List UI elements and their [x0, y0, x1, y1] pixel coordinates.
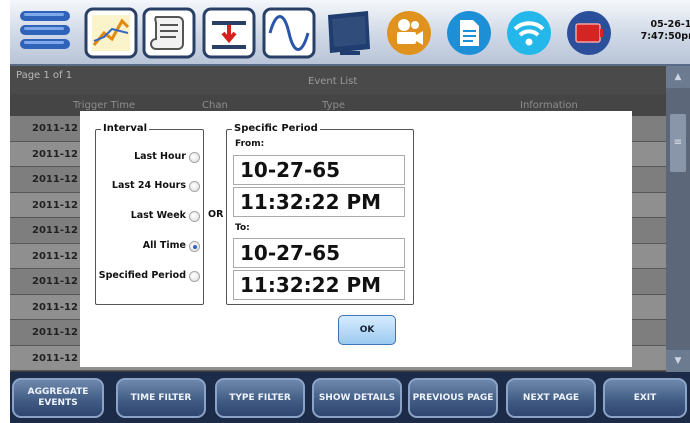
- radio-label: All Time: [142, 240, 186, 251]
- column-header-information[interactable]: Information: [520, 100, 578, 111]
- top-toolbar: 05-26-14 7:47:50pm: [10, 0, 690, 66]
- row-trigger-time: 2011-12: [32, 123, 78, 134]
- list-title-bar: Page 1 of 1 Event List: [10, 66, 666, 94]
- radio-last-hour[interactable]: Last Hour: [96, 151, 206, 165]
- to-date-field[interactable]: 10-27-65: [233, 238, 405, 268]
- row-trigger-time: 2011-12: [32, 327, 78, 338]
- from-label: From:: [235, 139, 265, 149]
- exit-button[interactable]: EXIT: [603, 378, 687, 418]
- radio-all-time[interactable]: All Time: [96, 240, 206, 254]
- row-trigger-time: 2011-12: [32, 276, 78, 287]
- camera-icon[interactable]: [382, 7, 436, 59]
- row-trigger-time: 2011-12: [32, 250, 78, 262]
- document-icon[interactable]: [442, 7, 496, 59]
- row-trigger-time: 2011-12: [32, 174, 78, 185]
- aggregate-events-button[interactable]: AGGREGATE EVENTS: [12, 378, 104, 418]
- radio-last-24-hours[interactable]: Last 24 Hours: [96, 180, 206, 194]
- scroll-thumb[interactable]: ≡: [670, 114, 686, 172]
- monitor-icon[interactable]: [322, 7, 376, 59]
- list-scrollbar[interactable]: ▲ ≡ ▼: [666, 66, 690, 372]
- or-label: OR: [208, 209, 224, 220]
- radio-label: Last Week: [130, 210, 186, 221]
- battery-icon[interactable]: [562, 7, 616, 59]
- previous-page-button[interactable]: PREVIOUS PAGE: [408, 378, 498, 418]
- time-filter-button[interactable]: TIME FILTER: [116, 378, 206, 418]
- row-trigger-time: 2011-12: [32, 352, 78, 364]
- row-trigger-time: 2011-12: [32, 148, 78, 160]
- scroll-up-arrow-icon[interactable]: ▲: [666, 66, 690, 88]
- specific-period-legend: Specific Period: [232, 123, 320, 134]
- time-text: 7:47:50pm: [640, 31, 690, 42]
- specific-period-group: Specific Period From: 10-27-65 11:32:22 …: [226, 123, 414, 305]
- radio-label: Last 24 Hours: [111, 180, 186, 191]
- date-text: 05-26-14: [650, 19, 690, 30]
- time-filter-dialog: Interval Last Hour Last 24 Hours Last We…: [80, 111, 632, 367]
- row-trigger-time: 2011-12: [32, 199, 78, 211]
- wifi-icon[interactable]: [502, 7, 556, 59]
- scroll-down-arrow-icon[interactable]: ▼: [666, 350, 690, 372]
- waveform-icon[interactable]: [262, 7, 316, 59]
- report-icon[interactable]: [142, 7, 196, 59]
- interval-group: Interval Last Hour Last 24 Hours Last We…: [95, 123, 206, 305]
- threshold-icon[interactable]: [202, 7, 256, 59]
- next-page-button[interactable]: NEXT PAGE: [506, 378, 596, 418]
- bottom-button-bar: AGGREGATE EVENTS TIME FILTER TYPE FILTER…: [10, 372, 690, 423]
- interval-legend: Interval: [101, 123, 150, 134]
- row-trigger-time: 2011-12: [32, 225, 78, 236]
- list-title: Event List: [308, 76, 358, 87]
- to-time-field[interactable]: 11:32:22 PM: [233, 270, 405, 300]
- radio-button-icon[interactable]: [189, 211, 200, 222]
- radio-button-icon[interactable]: [189, 271, 200, 282]
- radio-last-week[interactable]: Last Week: [96, 210, 206, 224]
- menu-icon[interactable]: [18, 7, 72, 59]
- radio-button-icon[interactable]: [189, 181, 200, 192]
- radio-label: Specified Period: [98, 270, 186, 281]
- to-label: To:: [235, 223, 250, 233]
- from-date-field[interactable]: 10-27-65: [233, 155, 405, 185]
- from-time-field[interactable]: 11:32:22 PM: [233, 187, 405, 217]
- row-trigger-time: 2011-12: [32, 301, 78, 313]
- ok-button[interactable]: OK: [338, 315, 396, 345]
- type-filter-button[interactable]: TYPE FILTER: [215, 378, 305, 418]
- radio-button-icon[interactable]: [189, 152, 200, 163]
- show-details-button[interactable]: SHOW DETAILS: [312, 378, 402, 418]
- radio-label: Last Hour: [134, 151, 186, 162]
- radio-button-selected-icon[interactable]: [189, 241, 200, 252]
- trend-icon[interactable]: [84, 7, 138, 59]
- column-header-type[interactable]: Type: [322, 100, 345, 111]
- column-header-trigger-time[interactable]: Trigger Time: [73, 100, 135, 111]
- page-info: Page 1 of 1: [16, 70, 73, 81]
- column-header-chan[interactable]: Chan: [202, 100, 228, 111]
- radio-specified-period[interactable]: Specified Period: [96, 270, 206, 284]
- datetime-display: 05-26-14 7:47:50pm: [638, 19, 690, 43]
